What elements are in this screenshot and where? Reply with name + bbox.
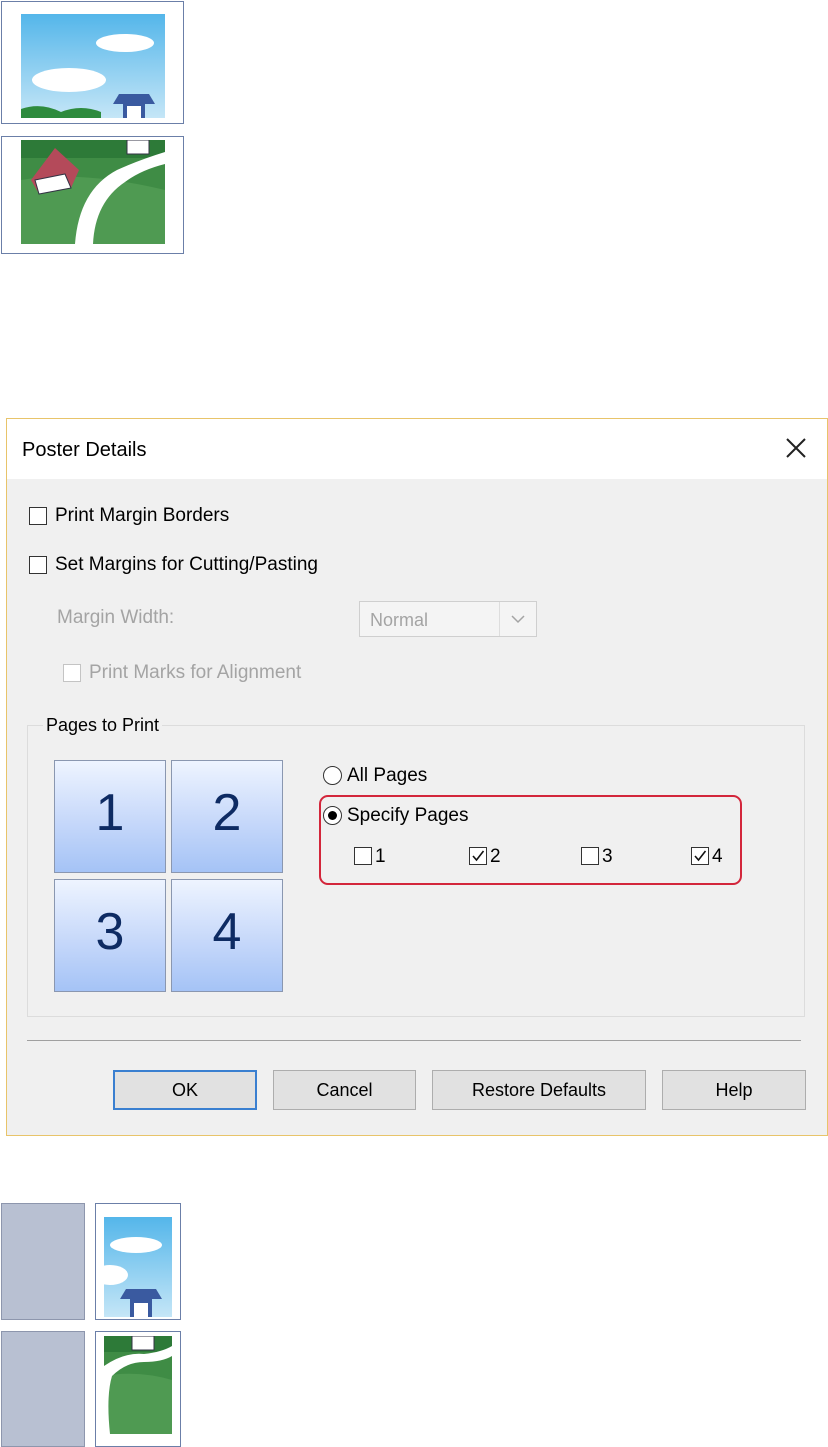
all-pages-radio[interactable]: [323, 766, 342, 785]
close-icon[interactable]: [779, 431, 813, 465]
page-3-checkbox[interactable]: [581, 847, 599, 865]
ok-button[interactable]: OK: [113, 1070, 257, 1110]
margin-width-select[interactable]: Normal: [359, 601, 537, 637]
radio-selected-dot: [328, 811, 337, 820]
all-pages-label: All Pages: [347, 765, 428, 786]
page-1-label: 1: [375, 846, 386, 867]
print-marks-label: Print Marks for Alignment: [89, 662, 302, 683]
page-tile-number: 3: [95, 903, 125, 961]
printed-page-top-right: [95, 1203, 181, 1320]
pages-to-print-label: Pages to Print: [43, 715, 163, 736]
page-3-label: 3: [602, 846, 613, 867]
checkmark-icon: [694, 850, 707, 862]
dialog-title: Poster Details: [22, 439, 147, 461]
separator: [27, 1040, 801, 1041]
poster-top-half-image: [1, 1, 184, 124]
page-tile-2: 2: [171, 760, 283, 873]
page-tile-3: 3: [54, 879, 166, 992]
page-tile-4: 4: [171, 879, 283, 992]
poster-details-dialog: Poster Details Print Margin Borders Set …: [6, 418, 828, 1136]
printed-page-bottom-right: [95, 1331, 181, 1447]
print-margin-borders-label: Print Margin Borders: [55, 505, 230, 526]
specify-pages-radio[interactable]: [323, 806, 342, 825]
page-2-checkbox[interactable]: [469, 847, 487, 865]
page-4-label: 4: [712, 846, 723, 867]
checkmark-icon: [472, 850, 485, 862]
margin-width-label: Margin Width:: [57, 607, 175, 628]
sky-scene-icon: [104, 1217, 172, 1317]
print-margin-borders-checkbox[interactable]: [29, 507, 47, 525]
page-1-checkbox[interactable]: [354, 847, 372, 865]
page-tile-1: 1: [54, 760, 166, 873]
sky-scene-icon: [21, 14, 165, 118]
page-tile-number: 1: [95, 784, 125, 842]
restore-defaults-button[interactable]: Restore Defaults: [432, 1070, 646, 1110]
set-margins-label: Set Margins for Cutting/Pasting: [55, 554, 318, 575]
page-4-checkbox[interactable]: [691, 847, 709, 865]
cancel-button[interactable]: Cancel: [273, 1070, 416, 1110]
chevron-down-icon: [499, 602, 536, 636]
help-button[interactable]: Help: [662, 1070, 806, 1110]
page-2-label: 2: [490, 846, 501, 867]
page-tile-number: 2: [212, 784, 242, 842]
title-bar: Poster Details: [7, 419, 827, 479]
margin-width-value: Normal: [370, 610, 429, 630]
field-scene-icon: [104, 1336, 172, 1434]
page-tile-number: 4: [212, 903, 242, 961]
print-marks-checkbox[interactable]: [63, 664, 81, 682]
poster-bottom-half-image: [1, 136, 184, 254]
set-margins-checkbox[interactable]: [29, 556, 47, 574]
specify-pages-label: Specify Pages: [347, 805, 469, 826]
field-scene-icon: [21, 140, 165, 244]
skipped-page-3: [1, 1331, 85, 1447]
skipped-page-1: [1, 1203, 85, 1320]
